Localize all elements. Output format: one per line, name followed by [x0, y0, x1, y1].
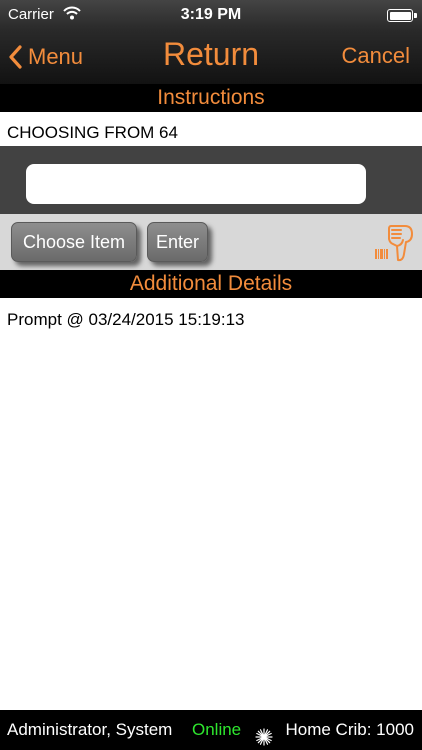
enter-button[interactable]: Enter: [147, 222, 208, 262]
home-crib-label: Home Crib: 1000: [285, 720, 414, 739]
top-bar: Carrier 3:19 PM Menu Return Cancel: [0, 0, 422, 84]
instructions-header: Instructions: [0, 84, 422, 112]
input-area: [0, 146, 422, 214]
battery-icon: [387, 9, 417, 22]
additional-details-header: Additional Details: [0, 270, 422, 298]
detail-line: Prompt @ 03/24/2015 15:19:13: [7, 310, 245, 329]
barcode-scanner-icon[interactable]: [373, 222, 415, 264]
wifi-icon: [63, 6, 81, 24]
action-bar: Choose Item Enter: [0, 214, 422, 270]
cancel-button[interactable]: Cancel: [342, 43, 410, 69]
navigation-bar: Menu Return Cancel: [0, 30, 422, 84]
chevron-left-icon: [9, 45, 22, 69]
user-name: Administrator, System: [7, 720, 173, 739]
instructions-text: CHOOSING FROM 64: [0, 112, 422, 146]
back-button[interactable]: Menu: [8, 42, 83, 72]
item-input[interactable]: [26, 164, 366, 204]
carrier-label: Carrier: [8, 6, 54, 23]
choose-item-button[interactable]: Choose Item: [11, 222, 137, 262]
connection-status: Online: [192, 720, 242, 739]
footer-status-bar: Administrator, System Online Home Crib: …: [0, 710, 422, 750]
sparkle-icon: [255, 721, 273, 746]
status-bar: Carrier 3:19 PM: [0, 0, 422, 30]
back-button-label: Menu: [28, 44, 84, 69]
